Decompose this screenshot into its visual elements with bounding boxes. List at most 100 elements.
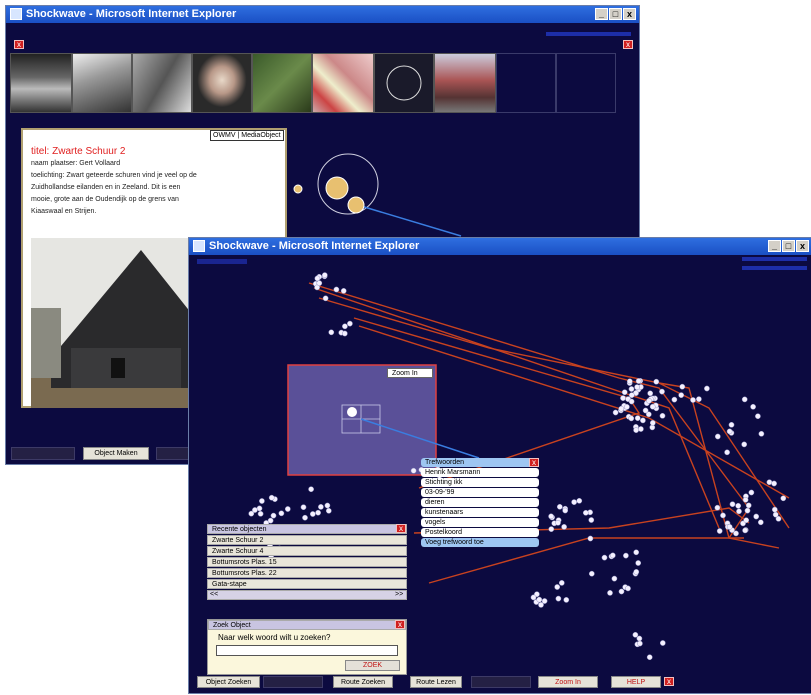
map-node[interactable] xyxy=(735,502,742,509)
route-zoeken-button[interactable]: Route Zoeken xyxy=(333,676,393,688)
map-node[interactable] xyxy=(270,512,277,519)
menu-item-kunstenaars[interactable]: kunstenaars xyxy=(421,508,539,517)
map-node[interactable] xyxy=(653,378,660,385)
thumbnail-house[interactable] xyxy=(434,53,496,113)
map-node[interactable] xyxy=(633,427,639,433)
search-close-icon[interactable]: x xyxy=(395,620,405,629)
recent-close-icon[interactable]: x xyxy=(396,524,406,533)
map-node[interactable] xyxy=(649,420,656,426)
thumbnail-5[interactable] xyxy=(252,53,312,113)
map-node[interactable] xyxy=(588,517,595,523)
map-node[interactable] xyxy=(607,590,613,596)
map-node[interactable] xyxy=(316,280,323,286)
map-node[interactable] xyxy=(696,396,702,402)
media-object-tag[interactable]: OWMV | MediaObject xyxy=(210,130,284,141)
map-node[interactable] xyxy=(308,486,314,493)
map-node[interactable] xyxy=(659,640,666,646)
map-node[interactable] xyxy=(638,426,644,432)
map-node[interactable] xyxy=(758,430,765,437)
thumbnail-empty-1[interactable] xyxy=(496,53,556,113)
map-node[interactable] xyxy=(671,396,678,403)
map-node[interactable] xyxy=(612,409,619,416)
zoek-button[interactable]: ZOEK xyxy=(345,660,400,671)
map-node[interactable] xyxy=(646,654,653,661)
thumbnail-2[interactable] xyxy=(72,53,132,113)
close-button[interactable]: x xyxy=(623,8,636,20)
map-node[interactable] xyxy=(726,428,733,435)
map-node[interactable] xyxy=(640,417,646,424)
map-node[interactable] xyxy=(284,506,291,512)
map-node[interactable] xyxy=(341,330,348,337)
close-strip-right-icon[interactable]: x xyxy=(623,40,633,49)
map-node[interactable] xyxy=(318,504,324,510)
zoom-in-button[interactable]: Zoom In xyxy=(538,676,598,688)
route-lezen-button[interactable]: Route Lezen xyxy=(410,676,462,688)
map-node[interactable] xyxy=(601,554,608,561)
map-node[interactable] xyxy=(626,378,633,385)
map-node[interactable] xyxy=(745,502,752,509)
map-node[interactable] xyxy=(757,519,764,526)
map-node[interactable] xyxy=(621,389,628,396)
menu-item-trefwoorden[interactable]: Trefwoorden xyxy=(421,458,539,467)
recent-item[interactable]: Zwarte Schuur 4 xyxy=(207,546,407,556)
map-node[interactable] xyxy=(659,388,665,395)
map-node[interactable] xyxy=(582,509,589,516)
search-input[interactable] xyxy=(216,645,398,656)
map-node[interactable] xyxy=(741,396,748,403)
map-node[interactable] xyxy=(302,514,308,521)
map-node[interactable] xyxy=(646,397,652,404)
map-node[interactable] xyxy=(635,378,642,384)
map-node[interactable] xyxy=(753,513,760,520)
map-node[interactable] xyxy=(268,494,275,501)
map-node[interactable] xyxy=(625,585,631,592)
map-node[interactable] xyxy=(637,640,643,647)
map-node[interactable] xyxy=(649,403,656,410)
map-node[interactable] xyxy=(748,489,755,496)
map-node[interactable] xyxy=(571,499,577,505)
map-node[interactable] xyxy=(633,549,640,556)
map-node[interactable] xyxy=(562,507,569,514)
map-node[interactable] xyxy=(315,509,321,516)
thumbnail-3[interactable] xyxy=(132,53,192,113)
map-node[interactable] xyxy=(729,501,736,508)
recent-item[interactable]: Zwarte Schuur 2 xyxy=(207,535,407,545)
map-node[interactable] xyxy=(741,441,748,448)
map-node[interactable] xyxy=(624,404,630,410)
map-node[interactable] xyxy=(628,386,635,392)
map-node[interactable] xyxy=(309,511,316,517)
menu-item-dieren[interactable]: dieren xyxy=(421,498,539,507)
menu-item-vogels[interactable]: vogels xyxy=(421,518,539,527)
map-node[interactable] xyxy=(728,421,735,428)
map-node[interactable] xyxy=(690,397,696,403)
map-node[interactable] xyxy=(780,495,787,502)
map-node[interactable] xyxy=(742,496,749,503)
map-node[interactable] xyxy=(561,524,567,530)
recent-item[interactable]: Bottumsrots Plas. 15 xyxy=(207,557,407,567)
map-node[interactable] xyxy=(628,415,635,422)
map-node[interactable] xyxy=(772,511,779,518)
map-node[interactable] xyxy=(548,513,554,520)
toolbar-button-5[interactable] xyxy=(471,676,531,688)
map-node[interactable] xyxy=(720,512,726,519)
map-node[interactable] xyxy=(743,517,750,524)
map-node[interactable] xyxy=(704,385,710,392)
zoom-in-label[interactable]: Zoom In xyxy=(387,368,433,378)
back-toolbar-button-1[interactable] xyxy=(11,447,75,460)
object-maken-button[interactable]: Object Maken xyxy=(83,447,149,460)
object-zoeken-button[interactable]: Object Zoeken xyxy=(197,676,260,688)
map-node[interactable] xyxy=(314,275,321,282)
thumbnail-portrait[interactable] xyxy=(192,53,252,113)
map-node[interactable] xyxy=(750,403,756,410)
map-node[interactable] xyxy=(588,570,595,577)
recent-item[interactable]: Bottumsrots Plas. 22 xyxy=(207,568,407,578)
map-node[interactable] xyxy=(410,467,417,474)
map-node[interactable] xyxy=(714,504,721,511)
map-node[interactable] xyxy=(771,506,778,513)
map-node[interactable] xyxy=(555,519,561,526)
menu-item-date[interactable]: 03-09-'99 xyxy=(421,488,539,497)
scroll-left-icon[interactable]: << xyxy=(210,590,218,600)
thumbnail-1[interactable] xyxy=(10,53,72,113)
map-node[interactable] xyxy=(347,320,353,327)
map-node[interactable] xyxy=(634,415,641,421)
map-node[interactable] xyxy=(642,407,649,414)
